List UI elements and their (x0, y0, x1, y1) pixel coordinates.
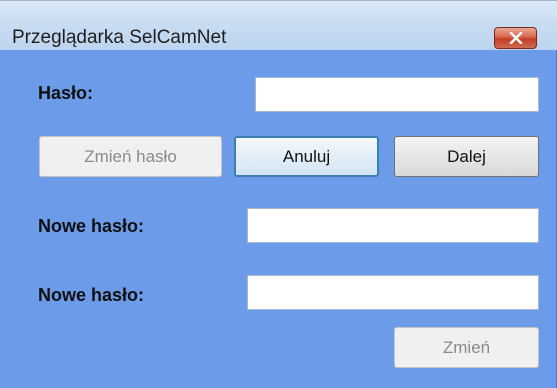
password-field[interactable] (255, 77, 539, 112)
dialog-window: Przeglądarka SelCamNet Hasło: Zmień hasł… (0, 0, 557, 388)
change-password-button[interactable]: Zmień hasło (39, 136, 222, 177)
close-button[interactable] (494, 27, 537, 49)
cancel-button[interactable]: Anuluj (234, 136, 379, 177)
new-password-field-2[interactable] (247, 275, 539, 310)
next-button[interactable]: Dalej (394, 136, 539, 177)
dialog-body: Hasło: Zmień hasło Anuluj Dalej Nowe has… (0, 50, 557, 388)
new-password-field-1[interactable] (247, 208, 539, 243)
new-password-label-2: Nowe hasło: (38, 285, 145, 305)
password-label: Hasło: (38, 83, 94, 103)
window-title: Przeglądarka SelCamNet (12, 27, 227, 48)
new-password-label-1: Nowe hasło: (38, 216, 145, 236)
title-bar[interactable]: Przeglądarka SelCamNet (0, 0, 557, 50)
close-icon (509, 32, 523, 44)
change-button[interactable]: Zmień (394, 327, 539, 368)
